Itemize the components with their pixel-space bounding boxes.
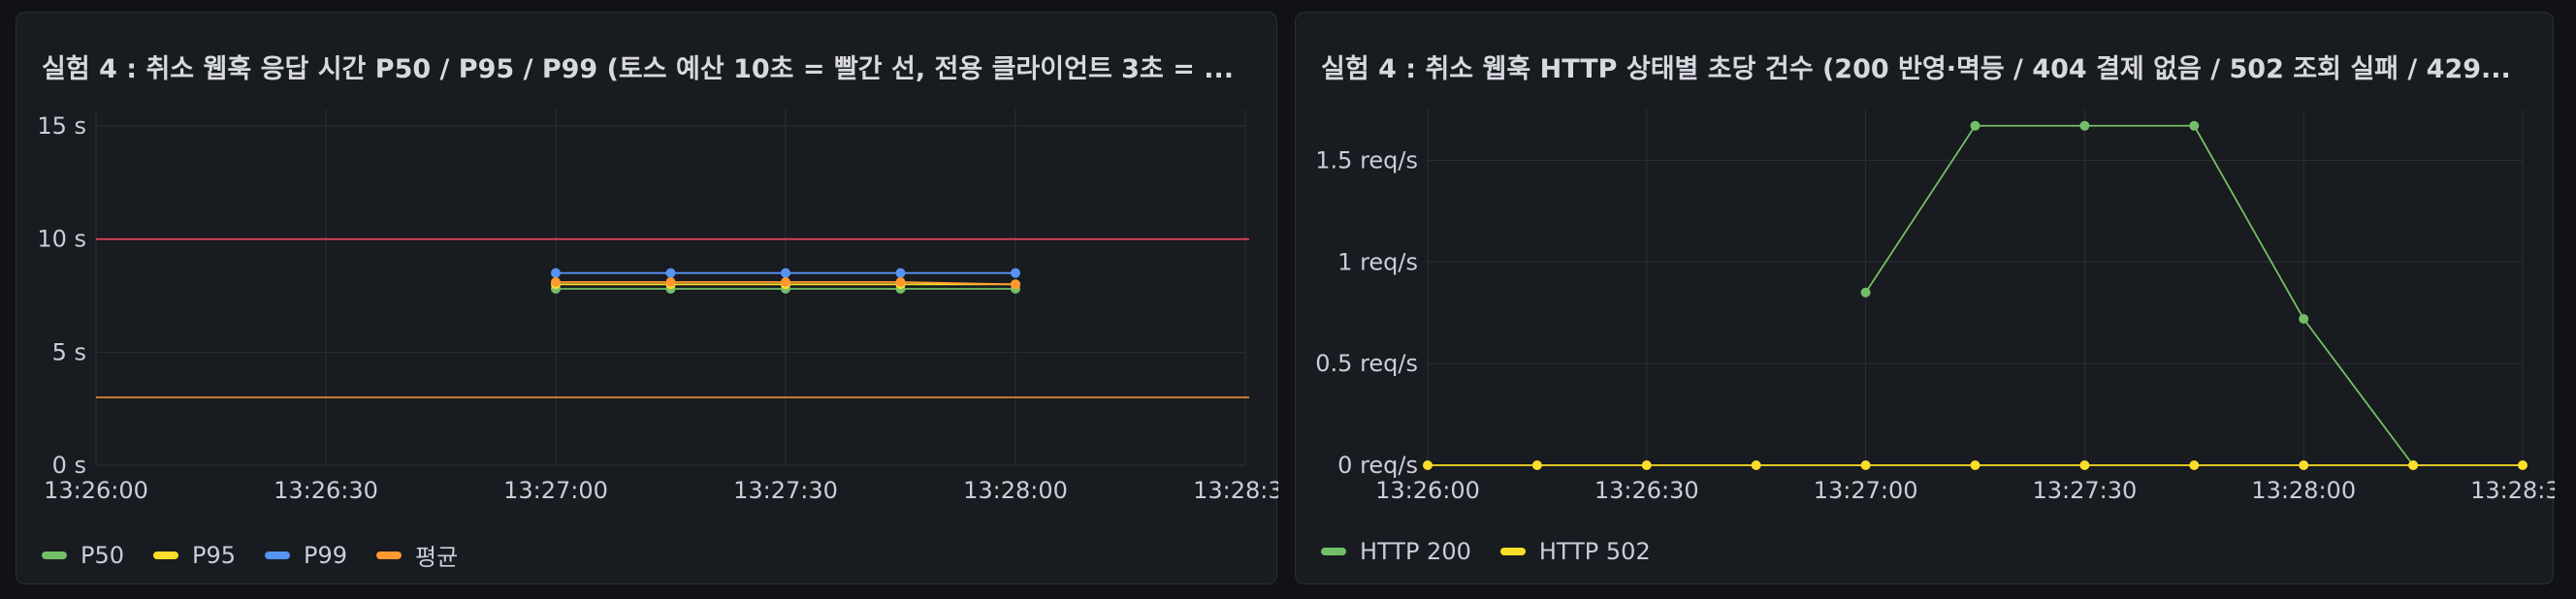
data-point-- xyxy=(781,277,790,287)
legend-item-http-502[interactable]: HTTP 502 xyxy=(1499,538,1651,565)
data-point-p99 xyxy=(1011,268,1020,278)
data-point-http-502 xyxy=(1751,460,1761,470)
response-time-chart: 0 s 5 s 10 s 15 s 13:26:00 13:26:30 13:27:00 13… xyxy=(37,110,1278,504)
http-status-chart: 0 req/s 0.5 req/s 1 req/s 1.5 req/s 13:26:00… xyxy=(1315,110,2555,504)
x-tick-label: 13:26:30 xyxy=(274,477,378,504)
series-line-http-200 xyxy=(1864,124,2414,466)
data-point-http-200 xyxy=(2079,120,2090,131)
x-tick-label: 13:26:00 xyxy=(44,477,148,504)
y-tick-label: 10 s xyxy=(37,226,86,253)
data-point-http-502 xyxy=(2518,460,2528,470)
x-tick-label: 13:27:30 xyxy=(733,477,838,504)
legend-swatch xyxy=(153,551,179,559)
y-tick-label: 0.5 req/s xyxy=(1315,350,1418,377)
http-status-panel: 실험 4 : 취소 웹훅 HTTP 상태별 초당 건수 (200 반영·멱등 /… xyxy=(1295,12,2555,584)
x-tick-label: 13:27:00 xyxy=(1814,477,1918,504)
data-point-http-502 xyxy=(1860,460,1871,470)
y-tick-label: 1.5 req/s xyxy=(1315,146,1418,173)
x-tick-label: 13:27:30 xyxy=(2033,477,2138,504)
data-point-- xyxy=(551,277,561,287)
data-point-http-502 xyxy=(1641,460,1652,470)
data-point-http-502 xyxy=(2408,460,2419,470)
legend-swatch xyxy=(376,551,402,559)
legend-label: 평균 xyxy=(415,544,459,571)
legend-swatch xyxy=(1321,548,1346,555)
data-point-http-502 xyxy=(1970,460,1980,470)
legend-label: P50 xyxy=(80,541,125,569)
legend-label: HTTP 200 xyxy=(1360,538,1471,565)
legend-label: HTTP 502 xyxy=(1538,538,1651,565)
response-time-panel: 실험 4 : 취소 웹훅 응답 시간 P50 / P95 / P99 (토스 예… xyxy=(16,12,1278,584)
data-point-http-502 xyxy=(2189,460,2200,470)
legend-swatch xyxy=(42,551,67,559)
x-tick-label: 13:28:30 xyxy=(1193,477,1278,504)
data-point-- xyxy=(895,277,906,287)
data-point-p99 xyxy=(895,268,906,278)
y-tick-label: 0 req/s xyxy=(1337,452,1418,479)
data-point-http-502 xyxy=(2079,460,2090,470)
x-tick-label: 13:27:00 xyxy=(503,477,608,504)
legend-item-p50[interactable]: P50 xyxy=(42,538,124,572)
x-tick-label: 13:28:00 xyxy=(963,477,1068,504)
data-point-http-200 xyxy=(2189,120,2200,131)
data-point-p99 xyxy=(665,268,676,278)
data-point-http-200 xyxy=(1860,287,1871,298)
data-point-http-502 xyxy=(2299,460,2309,470)
data-point-http-200 xyxy=(2299,314,2309,325)
legend: P50 P95 P99 평균 xyxy=(42,538,458,572)
y-tick-label: 5 s xyxy=(52,338,86,365)
x-tick-label: 13:28:30 xyxy=(2470,477,2555,504)
legend-label: P99 xyxy=(304,541,348,569)
legend: HTTP 200 HTTP 502 xyxy=(1321,538,1651,565)
y-tick-label: 1 req/s xyxy=(1337,248,1418,275)
legend-swatch xyxy=(1499,548,1526,555)
legend-label: P95 xyxy=(192,541,237,569)
data-point-- xyxy=(1011,279,1020,290)
x-tick-label: 13:28:00 xyxy=(2251,477,2356,504)
x-tick-label: 13:26:00 xyxy=(1375,477,1480,504)
legend-swatch xyxy=(265,551,291,559)
data-point-http-200 xyxy=(1970,120,1980,131)
data-point-http-502 xyxy=(1423,460,1433,470)
legend-item-p95[interactable]: P95 xyxy=(153,538,236,572)
data-point-p99 xyxy=(551,268,561,278)
data-point-http-502 xyxy=(1531,460,1542,470)
y-tick-label: 0 s xyxy=(52,452,86,479)
data-point-p99 xyxy=(781,268,790,278)
legend-item-p99[interactable]: P99 xyxy=(265,538,347,572)
legend-item-http-200[interactable]: HTTP 200 xyxy=(1321,538,1471,565)
data-point-- xyxy=(665,277,676,287)
x-tick-label: 13:26:30 xyxy=(1594,477,1699,504)
legend-item-mean[interactable]: 평균 xyxy=(376,538,458,572)
y-tick-label: 15 s xyxy=(37,112,86,140)
